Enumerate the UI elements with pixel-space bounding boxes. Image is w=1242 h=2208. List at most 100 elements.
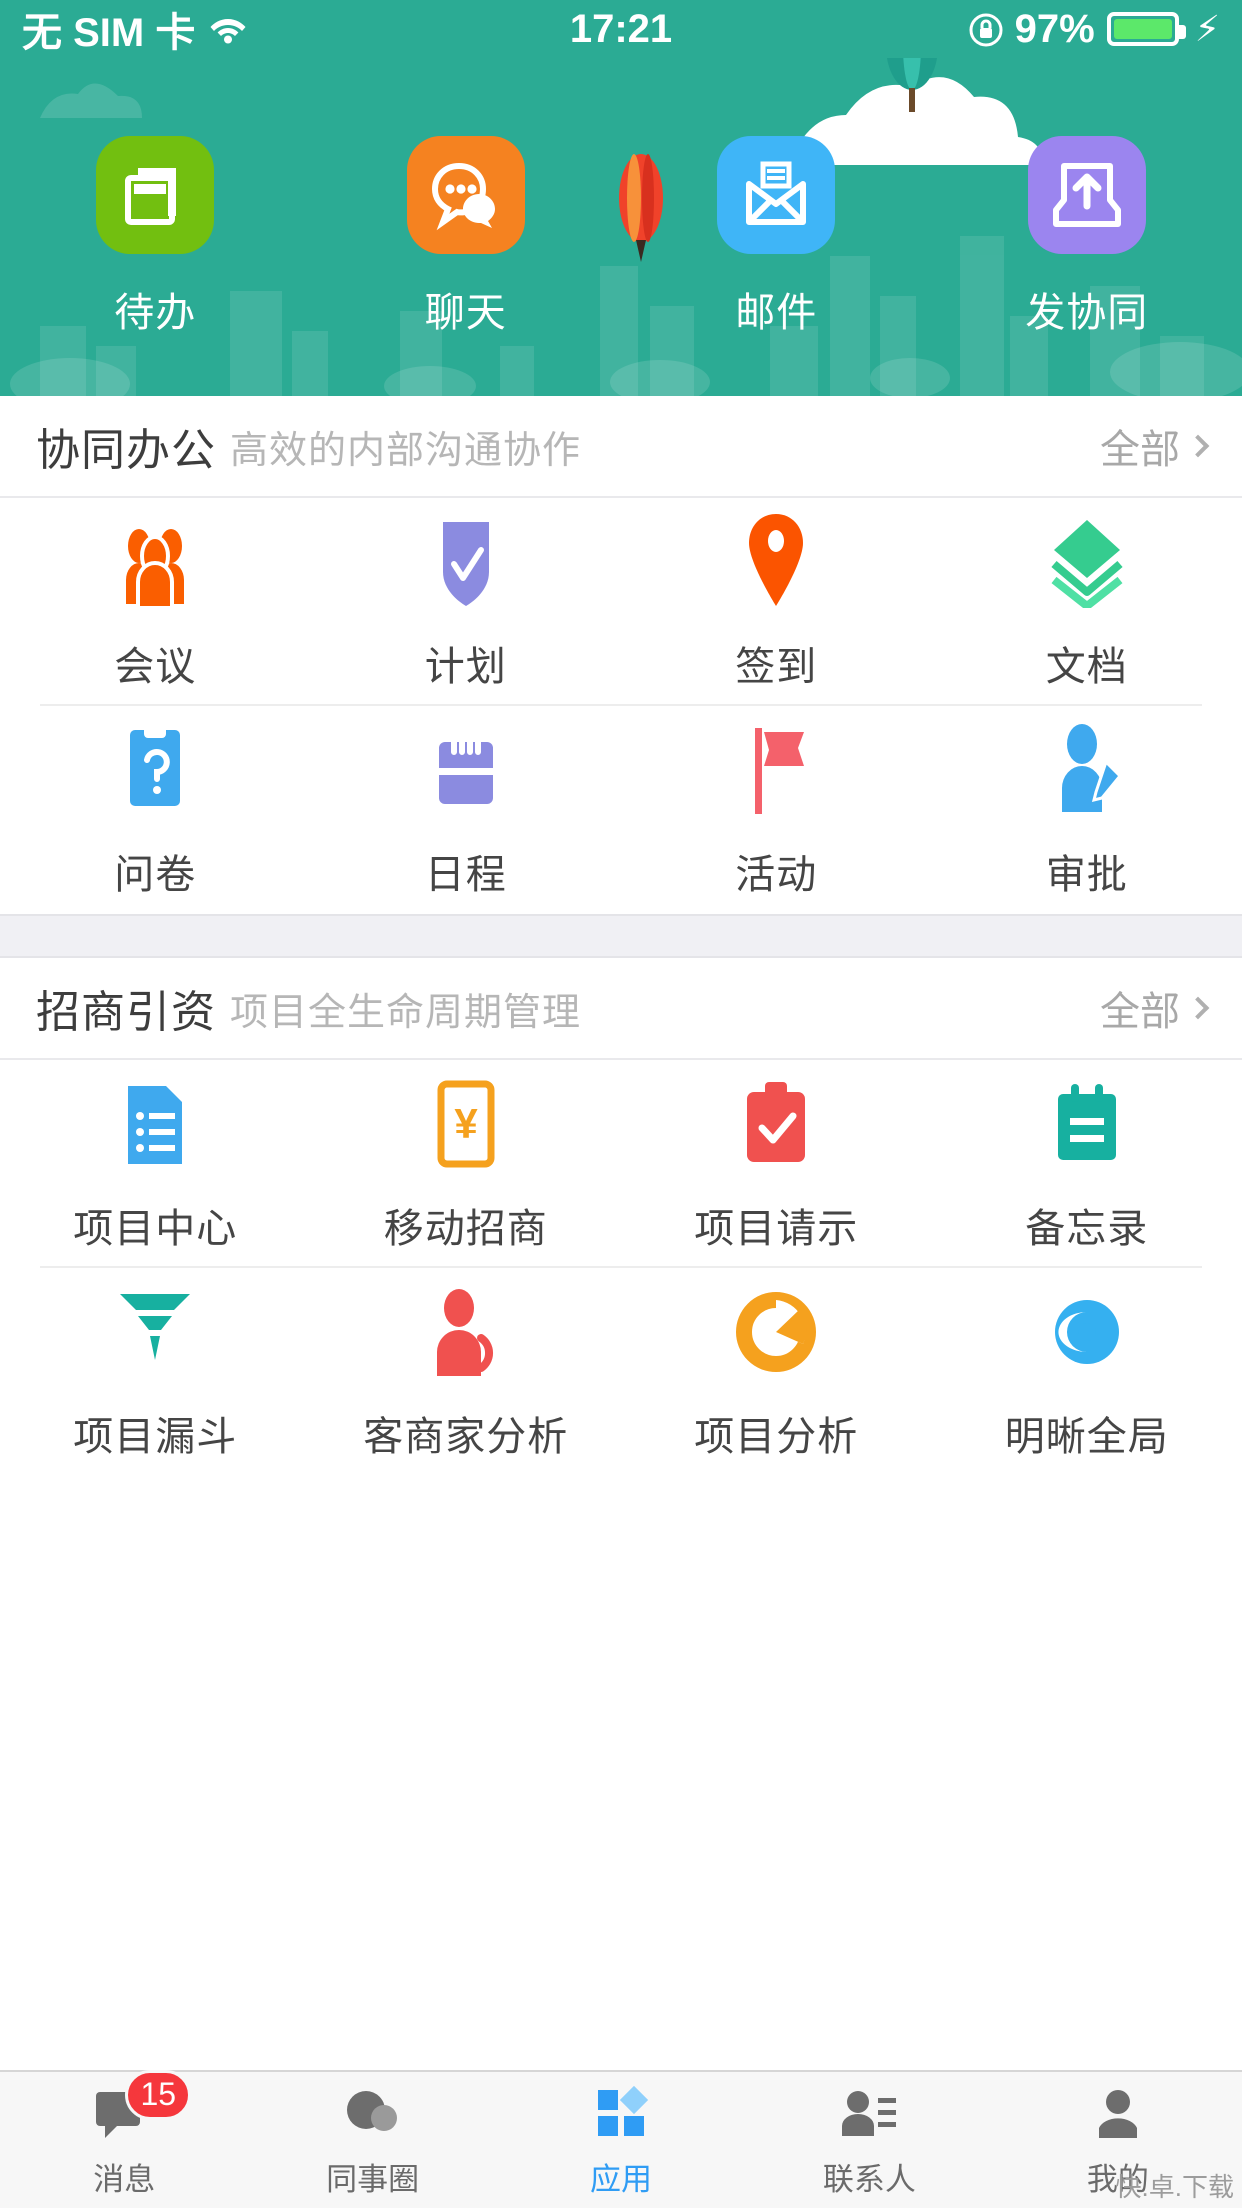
watermark: 快.卓.下载 <box>1115 2172 1234 2202</box>
tab-label: 应用 <box>590 2161 653 2197</box>
app-grid-row: 问卷 日程 活动 审批 <box>0 706 1242 914</box>
app-screen: 无 SIM 卡 17:21 97% ⚡ 待办 聊天 邮件 发协同 协同办公 高效… <box>0 0 1242 2208</box>
hero-shortcut-send[interactable]: 发协同 <box>932 136 1242 338</box>
app-tile-checkin[interactable]: 签到 <box>621 512 932 692</box>
shield-check-icon <box>423 512 509 608</box>
upload-tray-icon <box>1052 163 1121 227</box>
circle-icon <box>342 2082 404 2144</box>
app-grid-investment: 项目中心 ¥ 移动招商 项目请示 备忘录 项目漏斗 客商家分析 项目分析 明晰全… <box>0 1060 1242 1476</box>
section-all-link[interactable]: 全部 <box>1100 979 1210 1037</box>
section-all-label: 全部 <box>1100 428 1180 472</box>
tab-label: 联系人 <box>822 2161 916 2197</box>
message-badge: 15 <box>125 2069 192 2120</box>
hero-tile-chat[interactable] <box>406 136 525 254</box>
app-tile-memo[interactable]: 备忘录 <box>932 1074 1242 1254</box>
chevron-right-icon <box>1186 434 1210 458</box>
message-icon: 15 <box>93 2069 192 2144</box>
tab-contacts[interactable]: 联系人 <box>745 2072 993 2208</box>
status-bar-right: 97% ⚡ <box>969 7 1220 52</box>
app-grid-row: 项目漏斗 客商家分析 项目分析 明晰全局 <box>0 1268 1242 1476</box>
location-pin-icon <box>733 512 819 608</box>
layers-icon <box>1044 512 1130 608</box>
svg-text:¥: ¥ <box>454 1100 478 1147</box>
hero-shortcut-todo[interactable]: 待办 <box>0 136 311 338</box>
app-tile-label: 项目漏斗 <box>73 1415 238 1459</box>
app-tile-project-center[interactable]: 项目中心 <box>0 1074 311 1254</box>
people-icon <box>112 512 198 608</box>
donut-chart-icon <box>733 1282 819 1378</box>
hero-shortcut-label: 发协同 <box>1025 291 1149 335</box>
section-subtitle: 高效的内部沟通协作 <box>230 429 582 472</box>
tab-colleague-circle[interactable]: 同事圈 <box>248 2072 496 2208</box>
app-tile-label: 日程 <box>424 853 507 897</box>
app-tile-activity[interactable]: 活动 <box>621 720 932 900</box>
apps-icon <box>590 2082 652 2144</box>
app-tile-survey[interactable]: 问卷 <box>0 720 311 900</box>
app-tile-schedule[interactable]: 日程 <box>311 720 622 900</box>
hero-shortcut-chat[interactable]: 聊天 <box>311 136 622 338</box>
section-header-investment: 招商引资 项目全生命周期管理 全部 <box>0 958 1242 1060</box>
balloon-orange-icon <box>619 154 663 262</box>
status-bar: 无 SIM 卡 17:21 97% ⚡ <box>0 0 1242 58</box>
section-divider-band <box>0 914 1242 958</box>
app-tile-project-request[interactable]: 项目请示 <box>621 1074 932 1254</box>
hero-tile-mail[interactable] <box>717 136 836 254</box>
app-tile-label: 移动招商 <box>383 1207 548 1251</box>
hero-tile-todo[interactable] <box>96 136 215 254</box>
documents-icon <box>125 168 177 225</box>
rotation-lock-icon <box>969 12 1003 47</box>
app-grid-row: 会议 计划 签到 文档 <box>0 498 1242 706</box>
hero-shortcut-label: 邮件 <box>735 291 818 335</box>
app-grid-row: 项目中心 ¥ 移动招商 项目请示 备忘录 <box>0 1060 1242 1268</box>
balloon-teal-icon <box>886 58 938 112</box>
app-tile-label: 项目请示 <box>694 1207 859 1251</box>
app-tile-approval[interactable]: 审批 <box>932 720 1242 900</box>
section-title: 招商引资 <box>36 988 216 1037</box>
checkbox-card-icon <box>733 1074 819 1170</box>
hero-shortcut-label: 待办 <box>114 291 197 335</box>
person-pen-icon <box>1044 720 1130 816</box>
battery-icon <box>1106 12 1186 46</box>
app-grid-collaboration: 会议 计划 签到 文档 问卷 日程 活动 审批 <box>0 498 1242 914</box>
profile-icon <box>1087 2082 1149 2144</box>
app-tile-customer-analysis[interactable]: 客商家分析 <box>311 1282 622 1462</box>
app-tile-label: 问卷 <box>114 853 197 897</box>
app-tile-plan[interactable]: 计划 <box>311 512 622 692</box>
wifi-icon <box>209 14 247 44</box>
app-tile-label: 明晰全局 <box>1004 1415 1169 1459</box>
section-subtitle: 项目全生命周期管理 <box>230 991 582 1034</box>
battery-percent-label: 97% <box>1014 6 1095 51</box>
bottom-tab-bar: 15 消息 同事圈 应用 联系人 我的 <box>0 2069 1242 2208</box>
tab-messages[interactable]: 15 消息 <box>0 2069 248 2208</box>
money-tablet-icon: ¥ <box>423 1074 509 1170</box>
calendar-icon <box>423 720 509 816</box>
app-tile-project-funnel[interactable]: 项目漏斗 <box>0 1282 311 1462</box>
funnel-icon <box>112 1282 198 1378</box>
clipboard-question-icon <box>112 720 198 816</box>
section-all-link[interactable]: 全部 <box>1100 417 1210 475</box>
chat-bubbles-icon <box>431 162 495 231</box>
contacts-icon <box>838 2082 900 2144</box>
envelope-icon <box>746 161 807 225</box>
section-header-collaboration: 协同办公 高效的内部沟通协作 全部 <box>0 396 1242 498</box>
app-tile-overview[interactable]: 明晰全局 <box>932 1282 1242 1462</box>
app-tile-label: 计划 <box>424 645 507 689</box>
app-tile-label: 签到 <box>735 645 818 689</box>
hero-shortcut-label: 聊天 <box>424 291 507 335</box>
eye-globe-icon <box>1044 1282 1130 1378</box>
chevron-right-icon <box>1186 996 1210 1020</box>
app-tile-label: 项目中心 <box>73 1207 238 1251</box>
app-tile-project-analysis[interactable]: 项目分析 <box>621 1282 932 1462</box>
app-tile-mobile-investment[interactable]: ¥ 移动招商 <box>311 1074 622 1254</box>
hero-banner: 待办 聊天 邮件 发协同 <box>0 58 1242 396</box>
carrier-label: 无 SIM 卡 <box>22 11 196 55</box>
app-tile-label: 备忘录 <box>1025 1207 1149 1251</box>
hero-tile-send[interactable] <box>1027 136 1146 254</box>
app-tile-label: 会议 <box>114 645 197 689</box>
status-bar-left: 无 SIM 卡 <box>22 0 247 58</box>
app-tile-label: 活动 <box>735 853 818 897</box>
app-tile-label: 文档 <box>1045 645 1128 689</box>
app-tile-meeting[interactable]: 会议 <box>0 512 311 692</box>
app-tile-document[interactable]: 文档 <box>932 512 1242 692</box>
tab-apps[interactable]: 应用 <box>497 2072 745 2208</box>
